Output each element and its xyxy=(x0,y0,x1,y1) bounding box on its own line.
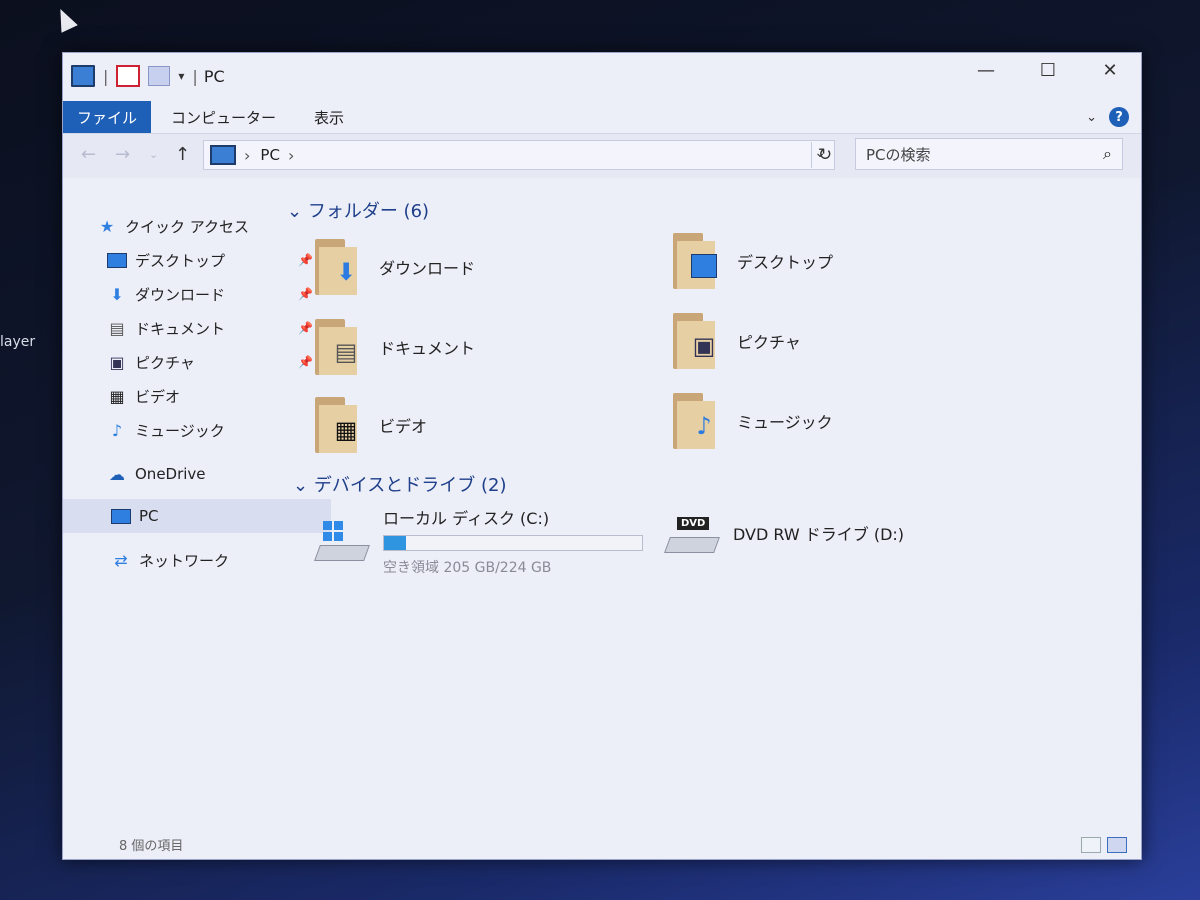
chevron-right-icon[interactable]: › xyxy=(288,146,294,165)
drive-tile-local-c[interactable]: ローカル ディスク (C:) 空き領域 205 GB/224 GB xyxy=(314,505,643,577)
close-button[interactable]: ✕ xyxy=(1079,53,1141,87)
video-icon: ▦ xyxy=(109,386,125,406)
up-button[interactable]: ↑ xyxy=(175,144,190,165)
pc-icon xyxy=(111,507,131,525)
sidebar-item-label: ミュージック xyxy=(135,421,225,440)
folder-icon: ▤ xyxy=(315,319,359,375)
properties-icon[interactable] xyxy=(116,65,141,87)
explorer-window: | ▾ | PC — ☐ ✕ ファイル コンピューター 表示 ⌄ ? ← → ⌄… xyxy=(62,52,1142,860)
customize-dropdown-icon[interactable]: ▾ xyxy=(178,69,184,83)
network-icon: ⇄ xyxy=(114,550,128,570)
chevron-right-icon[interactable]: › xyxy=(244,146,250,165)
folder-tile-documents[interactable]: ▤ ドキュメント xyxy=(315,319,475,375)
help-icon[interactable]: ? xyxy=(1109,107,1129,127)
picture-icon: ▣ xyxy=(109,352,125,372)
sidebar-item-label: デスクトップ xyxy=(135,251,226,270)
window-controls: — ☐ ✕ xyxy=(955,53,1141,87)
details-view-button[interactable] xyxy=(1081,837,1101,853)
sidebar-item-label: ビデオ xyxy=(135,387,181,406)
folder-icon: ⬇ xyxy=(315,239,359,295)
sidebar-item-label: ピクチャ xyxy=(135,353,195,372)
search-input[interactable]: PCの検索 ⌕ xyxy=(855,138,1123,170)
star-icon: ★ xyxy=(99,216,115,236)
cloud-icon: ☁ xyxy=(109,464,125,484)
maximize-button[interactable]: ☐ xyxy=(1017,53,1079,87)
large-icons-view-button[interactable] xyxy=(1107,837,1127,853)
disk-usage-fill xyxy=(384,536,406,550)
sidebar-item-label: クイック アクセス xyxy=(125,217,250,236)
recent-locations-icon[interactable]: ⌄ xyxy=(149,148,158,161)
folder-tile-videos[interactable]: ▦ ビデオ xyxy=(315,397,427,453)
address-bar[interactable]: › PC › ⌄ xyxy=(203,140,835,170)
minimize-button[interactable]: — xyxy=(955,53,1017,87)
search-icon[interactable]: ⌕ xyxy=(1103,144,1112,164)
folder-tile-pictures[interactable]: ▣ ピクチャ xyxy=(673,313,801,369)
dvd-badge: DVD xyxy=(677,517,710,530)
video-icon: ▦ xyxy=(334,416,358,444)
navigation-bar: ← → ⌄ ↑ › PC › ⌄ ↻ PCの検索 ⌕ xyxy=(63,133,1141,178)
tab-computer[interactable]: コンピューター xyxy=(157,101,290,133)
desktop-icon-label[interactable]: layer xyxy=(0,334,35,350)
forward-button[interactable]: → xyxy=(115,144,130,165)
view-toggle xyxy=(1081,837,1127,853)
sidebar-item-label: PC xyxy=(139,507,159,525)
hard-drive-icon xyxy=(314,521,370,561)
folder-tile-downloads[interactable]: ⬇ ダウンロード xyxy=(315,239,475,295)
sidebar-item-quick-access[interactable]: ★ クイック アクセス xyxy=(63,209,317,243)
chevron-down-icon: ⌄ xyxy=(287,201,303,222)
title-bar: | ▾ | PC — ☐ ✕ xyxy=(63,53,1141,99)
document-icon: ▤ xyxy=(109,318,125,338)
folder-icon: ♪ xyxy=(673,393,717,449)
chevron-down-icon: ⌄ xyxy=(293,475,309,496)
tab-file[interactable]: ファイル xyxy=(63,101,152,133)
music-icon: ♪ xyxy=(696,412,712,440)
music-icon: ♪ xyxy=(111,420,123,440)
ribbon-right-controls: ⌄ ? xyxy=(1086,101,1129,133)
sidebar-item-label: OneDrive xyxy=(135,465,206,483)
download-icon: ⬇ xyxy=(110,284,124,304)
mouse-cursor xyxy=(52,5,78,33)
folder-icon: ▦ xyxy=(315,397,359,453)
tab-view[interactable]: 表示 xyxy=(300,101,358,133)
folder-icon: ▣ xyxy=(673,313,717,369)
folders-group-header[interactable]: ⌄ フォルダー (6) xyxy=(287,197,429,223)
folder-tile-desktop[interactable]: デスクトップ xyxy=(673,233,833,289)
picture-icon: ▣ xyxy=(692,332,716,360)
disk-usage-bar xyxy=(383,535,643,551)
free-space-text: 空き領域 205 GB/224 GB xyxy=(383,560,552,576)
download-icon: ⬇ xyxy=(335,258,357,286)
desktop-icon xyxy=(691,251,717,281)
new-folder-icon[interactable] xyxy=(148,66,171,86)
windows-logo-icon xyxy=(323,521,343,541)
pc-icon xyxy=(71,65,95,87)
status-bar: 8 個の項目 xyxy=(63,829,1141,859)
drive-name: ローカル ディスク (C:) xyxy=(383,509,550,528)
document-icon: ▤ xyxy=(334,338,358,366)
drive-name: DVD RW ドライブ (D:) xyxy=(733,525,905,544)
sidebar-item-label: ドキュメント xyxy=(135,319,226,338)
refresh-button[interactable]: ↻ xyxy=(811,142,838,168)
ribbon-tabs: ファイル コンピューター 表示 xyxy=(63,101,1141,133)
desktop-icon xyxy=(107,251,127,269)
devices-group-header[interactable]: ⌄ デバイスとドライブ (2) xyxy=(293,471,507,497)
address-path[interactable]: PC xyxy=(260,146,280,164)
pc-icon xyxy=(210,145,236,165)
drive-tile-dvd-d[interactable]: DVD DVD RW ドライブ (D:) xyxy=(664,513,905,553)
item-count: 8 個の項目 xyxy=(119,838,184,854)
expand-ribbon-icon[interactable]: ⌄ xyxy=(1086,110,1097,125)
content-pane: ⌄ フォルダー (6) ⬇ ダウンロード デスクトップ ▤ ドキュメント ▣ ピ… xyxy=(283,183,1141,829)
folder-icon xyxy=(673,233,717,289)
sidebar-item-label: ダウンロード xyxy=(135,285,226,304)
window-title: PC xyxy=(203,66,225,86)
quick-access-toolbar: | ▾ | xyxy=(71,65,198,87)
dvd-drive-icon: DVD xyxy=(664,513,720,553)
folder-tile-music[interactable]: ♪ ミュージック xyxy=(673,393,833,449)
search-placeholder: PCの検索 xyxy=(866,145,931,164)
sidebar-item-label: ネットワーク xyxy=(139,551,230,570)
back-button[interactable]: ← xyxy=(81,144,96,165)
navigation-pane: ★ クイック アクセス デスクトップ 📌 ⬇ ダウンロード 📌 ▤ ドキュメント… xyxy=(63,203,331,829)
